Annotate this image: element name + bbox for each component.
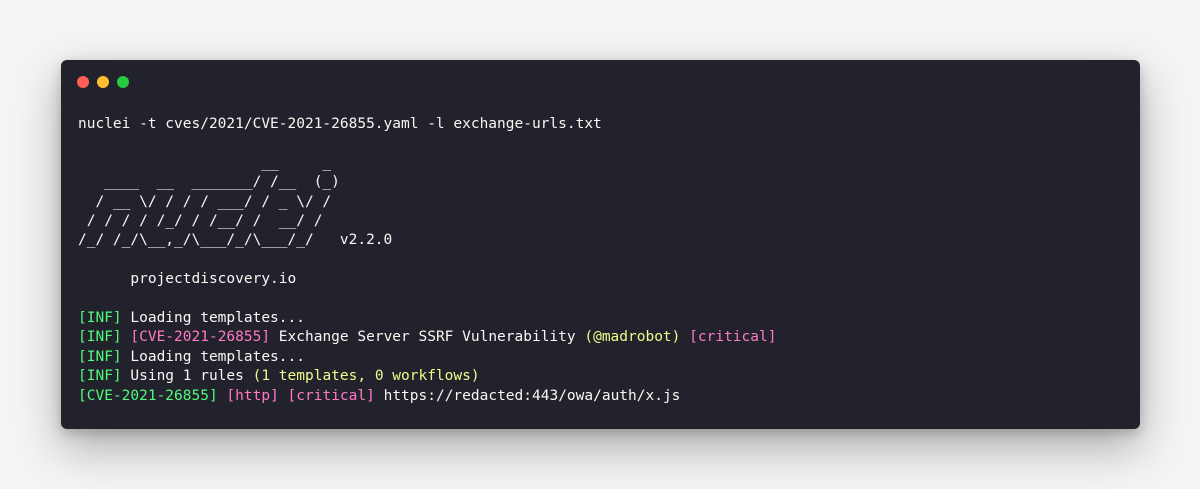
log-line-loading-2: [INF] Loading templates... [78,348,1130,367]
log-text: Loading templates... [121,309,305,326]
severity-label: [critical] [287,387,375,404]
command-line: nuclei -t cves/2021/CVE-2021-26855.yaml … [78,116,602,132]
log-line-rules: [INF] Using 1 rules (1 templates, 0 work… [78,367,1130,386]
template-author: (@madrobot) [584,329,681,346]
severity-label: [critical] [689,329,777,346]
log-line-template: [INF] [CVE-2021-26855] Exchange Server S… [78,328,1130,347]
maximize-dot-icon[interactable] [117,76,129,88]
info-tag: [INF] [78,368,122,385]
banner-site: projectdiscovery.io [78,271,297,288]
close-dot-icon[interactable] [77,76,89,88]
terminal-output: nuclei -t cves/2021/CVE-2021-26855.yaml … [78,115,1130,406]
info-tag: [INF] [78,309,122,326]
minimize-dot-icon[interactable] [97,76,109,88]
cve-id: [CVE-2021-26855] [130,329,271,346]
info-tag: [INF] [78,348,122,365]
log-text: Loading templates... [121,348,305,365]
protocol-label: [http] [226,387,279,404]
template-title: Exchange Server SSRF Vulnerability [270,329,585,346]
rules-detail: (1 templates, 0 workflows) [252,368,480,385]
result-url: https://redacted:443/owa/auth/x.js [383,387,681,404]
nuclei-ascii-banner: __ _ ____ __ _______/ /__ (_) / __ \/ / … [78,154,393,249]
terminal-window: nuclei -t cves/2021/CVE-2021-26855.yaml … [61,60,1140,429]
log-line-loading-1: [INF] Loading templates... [78,309,1130,328]
log-text: Using 1 rules [121,368,253,385]
result-cve-id: [CVE-2021-26855] [78,387,218,404]
result-line: [CVE-2021-26855] [http] [critical] https… [78,387,1130,406]
info-tag: [INF] [78,329,122,346]
